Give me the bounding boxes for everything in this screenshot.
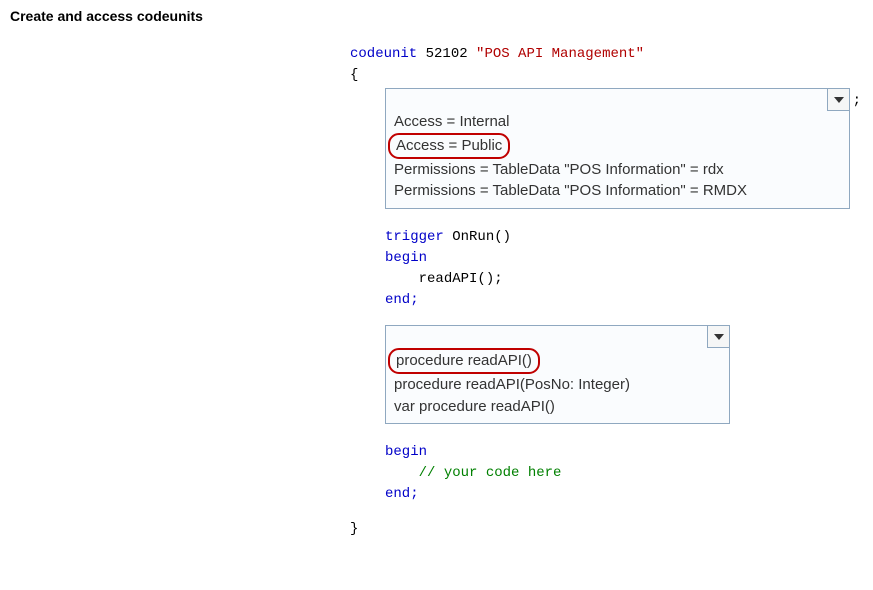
open-brace: { bbox=[350, 65, 863, 86]
codeunit-number: 52102 bbox=[426, 46, 468, 62]
dropdown-item[interactable]: Permissions = TableData "POS Information… bbox=[394, 180, 841, 202]
readapi-call: readAPI(); bbox=[419, 271, 503, 287]
keyword-end: end; bbox=[385, 486, 419, 502]
keyword-end: end; bbox=[385, 292, 419, 308]
code-comment: // your code here bbox=[419, 465, 562, 481]
keyword-codeunit: codeunit bbox=[350, 46, 417, 62]
code-area: codeunit 52102 "POS API Management" { ; … bbox=[350, 44, 863, 540]
dropdown-items: Access = Internal Access = Public Permis… bbox=[386, 107, 849, 208]
access-dropdown[interactable]: ; Access = Internal Access = Public Perm… bbox=[385, 88, 850, 209]
chevron-down-icon[interactable] bbox=[827, 89, 849, 111]
codeunit-declaration: codeunit 52102 "POS API Management" bbox=[350, 44, 863, 65]
dropdown-item[interactable]: procedure readAPI(PosNo: Integer) bbox=[394, 374, 721, 396]
codeunit-name: "POS API Management" bbox=[476, 46, 644, 62]
keyword-begin: begin bbox=[385, 444, 427, 460]
dropdown-item[interactable]: Access = Internal bbox=[394, 111, 841, 133]
dropdown-item-circled[interactable]: Access = Public bbox=[394, 133, 841, 159]
dropdown-items: procedure readAPI() procedure readAPI(Po… bbox=[386, 344, 729, 423]
trigger-name: OnRun() bbox=[452, 229, 511, 245]
dropdown-item[interactable]: Permissions = TableData "POS Information… bbox=[394, 159, 841, 181]
chevron-down-icon[interactable] bbox=[707, 326, 729, 348]
trigger-block: trigger OnRun() begin readAPI(); end; bbox=[385, 227, 863, 311]
procedure-body: begin // your code here end; bbox=[385, 442, 863, 505]
dropdown-item[interactable]: var procedure readAPI() bbox=[394, 396, 721, 418]
keyword-begin: begin bbox=[385, 250, 427, 266]
dropdown-item-circled[interactable]: procedure readAPI() bbox=[394, 348, 721, 374]
page-title: Create and access codeunits bbox=[10, 8, 863, 24]
trailing-semicolon: ; bbox=[853, 91, 861, 112]
keyword-trigger: trigger bbox=[385, 229, 444, 245]
close-brace: } bbox=[350, 519, 863, 540]
procedure-dropdown[interactable]: procedure readAPI() procedure readAPI(Po… bbox=[385, 325, 730, 424]
